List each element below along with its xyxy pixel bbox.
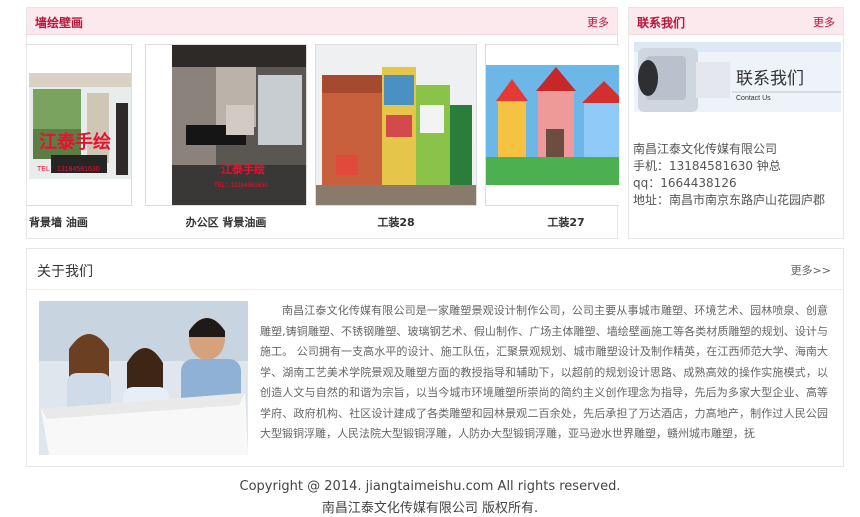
contact-address: 地址：南昌市南京东路庐山花园庐郡 bbox=[633, 193, 826, 207]
gallery-watermark-phone: TEL：13184581630 bbox=[37, 166, 100, 173]
contact-banner-subtitle: Contact Us bbox=[736, 95, 771, 102]
contact-qq: qq：1664438126 bbox=[633, 176, 737, 190]
contact-phone: 手机：13184581630 钟总 bbox=[633, 159, 781, 173]
gallery-thumb-image[interactable] bbox=[315, 44, 477, 206]
gallery-item[interactable]: 工装28 bbox=[315, 44, 477, 240]
gallery-panel: 墙绘壁画 更多 江泰手绘 TEL：13184581630 室 背景 bbox=[26, 7, 619, 240]
about-more-link[interactable]: 更多>> bbox=[791, 262, 831, 278]
gallery-item[interactable]: 江泰手绘 TEL：13184581630 室 背景墙 油画 bbox=[27, 44, 132, 240]
gallery-caption[interactable]: 工装28 bbox=[315, 214, 477, 230]
about-header: 关于我们 更多>> bbox=[27, 249, 843, 290]
contact-title: 联系我们 bbox=[637, 16, 686, 30]
about-panel: 关于我们 更多>> 南昌江泰文化传媒有限公司是一家雕塑景观设计制作公司，公司主要… bbox=[26, 248, 844, 467]
gallery-thumb-image[interactable] bbox=[485, 44, 619, 206]
about-team-photo bbox=[39, 301, 248, 455]
gallery-caption[interactable]: 工装27 bbox=[485, 214, 619, 230]
gallery-more-link[interactable]: 更多 bbox=[587, 14, 609, 30]
contact-company: 南昌江泰文化传媒有限公司 bbox=[633, 142, 778, 156]
gallery-thumb-image[interactable]: 江泰手绘 TEL：13184581630 bbox=[145, 44, 307, 206]
about-description: 南昌江泰文化传媒有限公司是一家雕塑景观设计制作公司，公司主要从事城市雕塑、环境艺… bbox=[260, 304, 828, 440]
gallery-header: 墙绘壁画 更多 bbox=[27, 8, 617, 35]
gallery-watermark: 江泰手绘 bbox=[39, 131, 111, 152]
gallery-title: 墙绘壁画 bbox=[35, 16, 84, 30]
gallery-carousel[interactable]: 江泰手绘 TEL：13184581630 室 背景墙 油画 bbox=[27, 44, 619, 240]
gallery-item[interactable]: 江泰手绘 TEL：13184581630 办公区 背景油画 bbox=[145, 44, 307, 240]
contact-more-link[interactable]: 更多 bbox=[813, 14, 835, 30]
footer-copyright: Copyright @ 2014. jiangtaimeishu.com All… bbox=[239, 479, 621, 494]
gallery-caption[interactable]: 室 背景墙 油画 bbox=[27, 214, 132, 230]
gallery-watermark: 江泰手绘 bbox=[221, 162, 265, 176]
contact-info: 南昌江泰文化传媒有限公司 手机：13184581630 钟总 qq：166443… bbox=[633, 141, 825, 209]
contact-banner-title: 联系我们 bbox=[736, 69, 804, 88]
gallery-caption[interactable]: 办公区 背景油画 bbox=[145, 214, 307, 230]
footer-owner: 南昌江泰文化传媒有限公司 版权所有. bbox=[321, 501, 539, 516]
gallery-item[interactable]: 工装27 bbox=[485, 44, 619, 240]
contact-header: 联系我们 更多 bbox=[629, 8, 843, 35]
contact-panel: 联系我们 更多 联系我们 Contact Us 南昌江泰文化传媒有限公司 手机：… bbox=[628, 7, 844, 239]
gallery-watermark-phone: TEL：13184581630 bbox=[214, 183, 268, 189]
about-title: 关于我们 bbox=[37, 264, 93, 280]
gallery-thumb-image[interactable]: 江泰手绘 TEL：13184581630 bbox=[27, 44, 132, 206]
contact-banner-image: 联系我们 Contact Us bbox=[634, 42, 841, 112]
